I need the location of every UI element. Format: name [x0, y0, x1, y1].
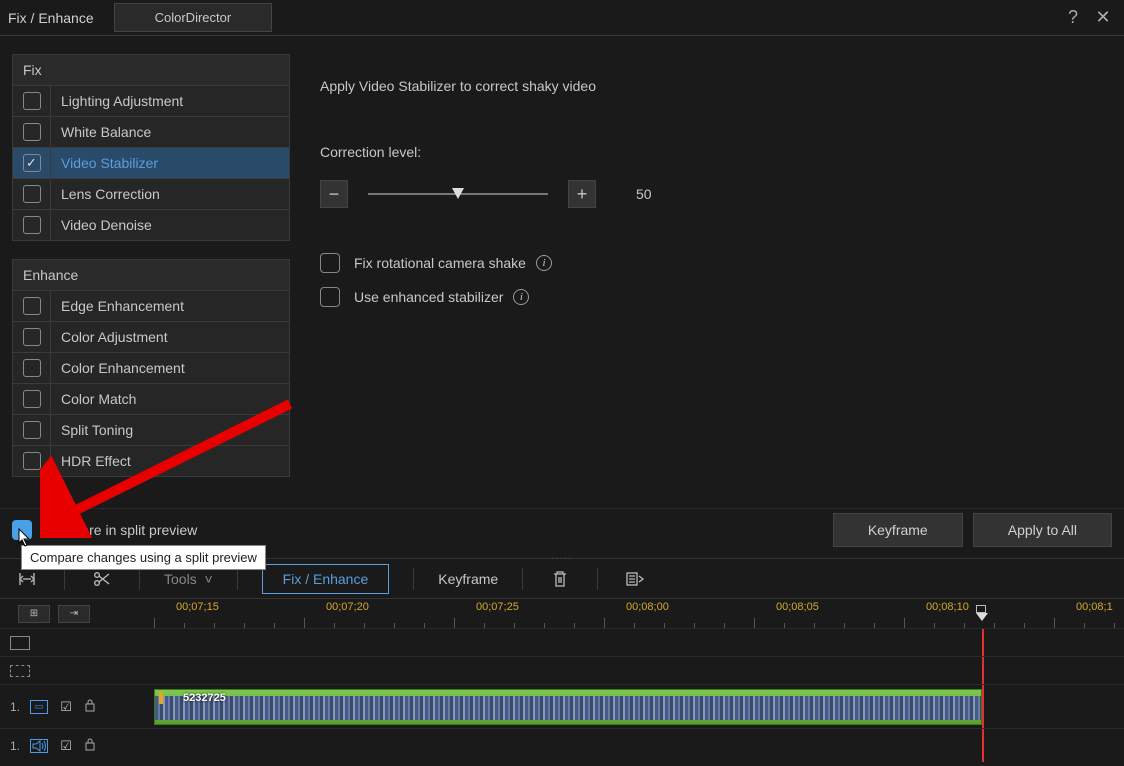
- playhead-line: [982, 685, 984, 728]
- increase-button[interactable]: +: [568, 180, 596, 208]
- apply-to-all-button[interactable]: Apply to All: [973, 513, 1112, 547]
- keyframe-button[interactable]: Keyframe: [833, 513, 963, 547]
- fix-rotational-checkbox[interactable]: [320, 253, 340, 273]
- fix-group: Fix Lighting Adjustment White Balance Vi…: [12, 54, 290, 241]
- clip-marker-icon: [159, 692, 163, 704]
- correction-slider[interactable]: [368, 193, 548, 195]
- fix-item-lighting[interactable]: Lighting Adjustment: [13, 85, 289, 116]
- item-label: Color Match: [51, 391, 136, 407]
- lock-icon[interactable]: [84, 698, 96, 715]
- item-label: Video Stabilizer: [51, 155, 158, 171]
- audio-track-icon[interactable]: [30, 739, 48, 753]
- dialog-title: Fix / Enhance: [8, 10, 114, 26]
- enhanced-stabilizer-label: Use enhanced stabilizer: [354, 289, 503, 305]
- video-track-icon[interactable]: ▭: [30, 700, 48, 714]
- properties-icon[interactable]: [622, 566, 648, 592]
- item-label: Video Denoise: [51, 217, 152, 233]
- playhead-line: [982, 657, 984, 684]
- correction-level-label: Correction level:: [320, 144, 1112, 160]
- item-label: Color Adjustment: [51, 329, 168, 345]
- ruler-tick-label: 00;08;10: [926, 601, 969, 613]
- fix-header: Fix: [13, 55, 289, 85]
- item-label: White Balance: [51, 124, 151, 140]
- clip-label: 5232725: [183, 692, 226, 704]
- enhance-item-hdr[interactable]: HDR Effect: [13, 445, 289, 476]
- enhance-header: Enhance: [13, 260, 289, 290]
- checkbox[interactable]: [23, 421, 41, 439]
- enhance-item-edge[interactable]: Edge Enhancement: [13, 290, 289, 321]
- item-label: Split Toning: [51, 422, 133, 438]
- item-label: Color Enhancement: [51, 360, 185, 376]
- compare-split-label: Compare in split preview: [44, 522, 197, 538]
- lock-icon[interactable]: [84, 737, 96, 754]
- ruler-tick-label: 00;08;00: [626, 601, 669, 613]
- checkbox[interactable]: [23, 359, 41, 377]
- info-icon[interactable]: i: [536, 255, 552, 271]
- tools-dropdown[interactable]: Tools ˅: [164, 571, 213, 587]
- track-visible-checkbox[interactable]: ☑: [58, 699, 74, 715]
- marker-track-icon[interactable]: [10, 665, 30, 677]
- checkbox[interactable]: [23, 154, 41, 172]
- resize-grip[interactable]: ∙∙∙∙∙: [542, 553, 582, 556]
- slider-handle[interactable]: [452, 188, 464, 199]
- trash-icon[interactable]: [547, 566, 573, 592]
- ruler-mode-button[interactable]: ⊞: [18, 605, 50, 623]
- fix-item-lens-correction[interactable]: Lens Correction: [13, 178, 289, 209]
- playhead-marker[interactable]: [976, 605, 986, 613]
- keyframe-tab[interactable]: Keyframe: [438, 571, 498, 587]
- fix-item-white-balance[interactable]: White Balance: [13, 116, 289, 147]
- item-label: Lens Correction: [51, 186, 160, 202]
- enhance-item-color-adj[interactable]: Color Adjustment: [13, 321, 289, 352]
- ruler-tick-label: 00;08;1: [1076, 601, 1113, 613]
- checkbox[interactable]: [23, 452, 41, 470]
- ruler-tick-label: 00;07;25: [476, 601, 519, 613]
- playhead-marker-arrow[interactable]: [976, 613, 988, 621]
- track-audible-checkbox[interactable]: ☑: [58, 738, 74, 754]
- timeline-ruler[interactable]: 00;07;15 00;07;20 00;07;25 00;08;00 00;08;05…: [154, 599, 1124, 628]
- stabilizer-description: Apply Video Stabilizer to correct shaky …: [320, 78, 1112, 94]
- checkbox[interactable]: [23, 123, 41, 141]
- ruler-tick-label: 00;07;15: [176, 601, 219, 613]
- track-index: 1.: [10, 700, 20, 714]
- enhance-item-color-enh[interactable]: Color Enhancement: [13, 352, 289, 383]
- decrease-button[interactable]: −: [320, 180, 348, 208]
- tooltip: Compare changes using a split preview: [21, 545, 266, 570]
- ruler-tick-label: 00;08;05: [776, 601, 819, 613]
- tab-colordirector[interactable]: ColorDirector: [114, 3, 273, 32]
- checkbox[interactable]: [23, 185, 41, 203]
- cursor-icon: [18, 528, 32, 548]
- playhead-line: [982, 729, 984, 762]
- item-label: Lighting Adjustment: [51, 93, 183, 109]
- playhead-line: [982, 629, 984, 656]
- comment-track-icon[interactable]: [10, 636, 30, 650]
- enhance-group: Enhance Edge Enhancement Color Adjustmen…: [12, 259, 290, 477]
- close-icon[interactable]: ✕: [1090, 5, 1116, 31]
- info-icon[interactable]: i: [513, 289, 529, 305]
- track-index: 1.: [10, 739, 20, 753]
- item-label: Edge Enhancement: [51, 298, 184, 314]
- enhanced-stabilizer-checkbox[interactable]: [320, 287, 340, 307]
- enhance-item-split-toning[interactable]: Split Toning: [13, 414, 289, 445]
- fix-enhance-tab[interactable]: Fix / Enhance: [262, 564, 390, 594]
- fix-item-video-denoise[interactable]: Video Denoise: [13, 209, 289, 240]
- help-icon[interactable]: ?: [1060, 5, 1086, 31]
- ruler-tick-label: 00;07;20: [326, 601, 369, 613]
- video-clip[interactable]: 5232725: [154, 689, 982, 725]
- checkbox[interactable]: [23, 390, 41, 408]
- checkbox[interactable]: [23, 328, 41, 346]
- checkbox[interactable]: [23, 297, 41, 315]
- snap-button[interactable]: ⇥: [58, 605, 90, 623]
- item-label: HDR Effect: [51, 453, 131, 469]
- correction-value: 50: [636, 186, 652, 202]
- fix-item-video-stabilizer[interactable]: Video Stabilizer: [13, 147, 289, 178]
- checkbox[interactable]: [23, 92, 41, 110]
- fix-rotational-label: Fix rotational camera shake: [354, 255, 526, 271]
- checkbox[interactable]: [23, 216, 41, 234]
- enhance-item-color-match[interactable]: Color Match: [13, 383, 289, 414]
